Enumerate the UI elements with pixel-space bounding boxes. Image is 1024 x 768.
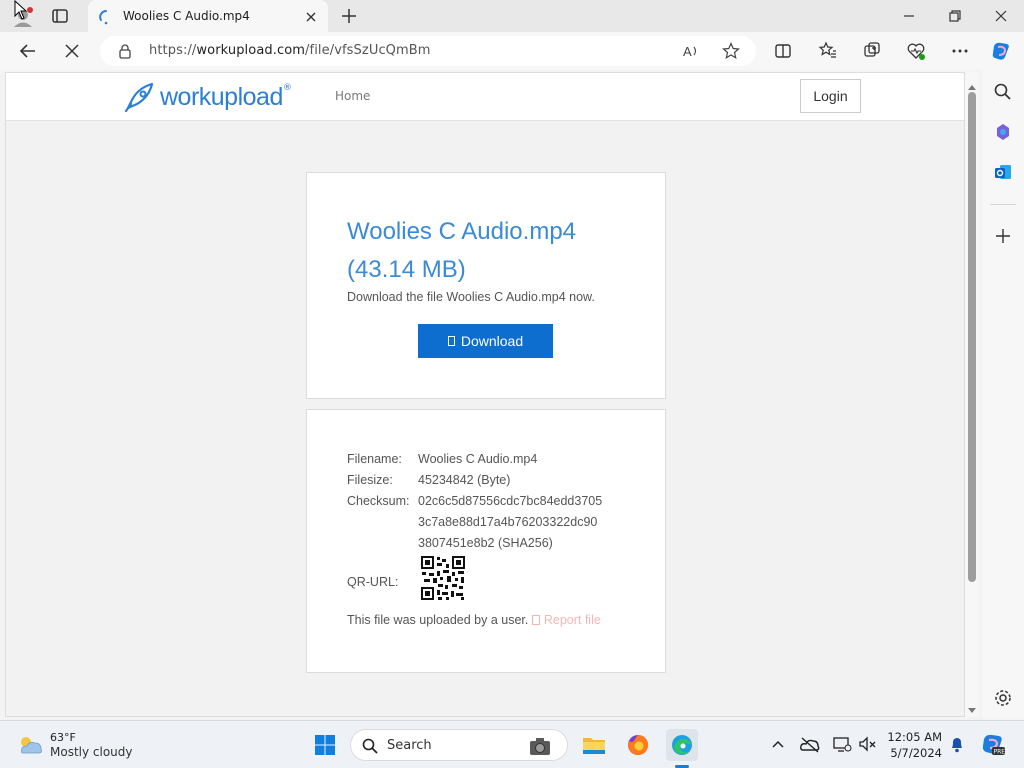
tab-actions-icon[interactable] — [50, 7, 70, 25]
filesize-value: 45234842 (Byte) — [418, 473, 511, 487]
checksum-line-2: 3c7a8e88d17a4b76203322dc90 — [418, 515, 598, 529]
system-clock[interactable]: 12:05 AM 5/7/2024 — [880, 729, 942, 761]
workupload-logo[interactable]: workupload ® — [124, 79, 292, 115]
clock-time: 12:05 AM — [887, 730, 942, 744]
checksum-label: Checksum: — [347, 494, 410, 508]
qr-code-icon[interactable] — [421, 556, 465, 600]
uploaded-by-text: This file was uploaded by a user. Report… — [347, 613, 601, 627]
sidebar-search-icon[interactable] — [991, 80, 1015, 104]
site-header: workupload ® Home Login — [6, 73, 964, 121]
windows-taskbar: 63°F Mostly cloudy Search 12:05 AM 5/7/2… — [0, 720, 1024, 768]
checksum-line-1: 02c6c5d87556cdc7bc84edd3705 — [418, 494, 603, 508]
more-options-icon[interactable] — [949, 40, 971, 62]
start-windows-icon[interactable] — [309, 729, 341, 761]
show-hidden-icons-chevron-icon[interactable] — [767, 733, 789, 755]
cloudy-weather-icon — [16, 733, 44, 757]
uploaded-by-label: This file was uploaded by a user. — [347, 613, 529, 627]
flag-icon — [531, 615, 540, 625]
read-aloud-icon[interactable]: A — [682, 43, 700, 59]
clock-date: 5/7/2024 — [890, 746, 942, 760]
filesize-label: Filesize: — [347, 473, 393, 487]
copilot-preview-taskbar-icon[interactable]: PRE — [980, 731, 1006, 757]
taskbar-search-label: Search — [387, 738, 432, 753]
firefox-icon[interactable] — [622, 729, 654, 761]
download-card: Woolies C Audio.mp4 (43.14 MB) Download … — [306, 172, 666, 399]
sidebar-divider — [990, 204, 1016, 205]
nav-home-link[interactable]: Home — [335, 89, 370, 103]
filename-value: Woolies C Audio.mp4 — [418, 452, 538, 466]
stop-loading-icon[interactable] — [61, 40, 83, 62]
taskbar-search-box[interactable]: Search — [350, 729, 568, 761]
notifications-bell-icon[interactable] — [946, 733, 968, 755]
weather-condition: Mostly cloudy — [50, 745, 133, 759]
url-prefix: https:// — [149, 43, 197, 58]
login-button[interactable]: Login — [800, 79, 861, 113]
download-file-icon — [447, 336, 455, 346]
logo-text: workupload — [160, 82, 283, 111]
split-screen-icon[interactable] — [772, 40, 794, 62]
page-scrollbar[interactable] — [965, 72, 979, 717]
outlook-icon[interactable] — [991, 160, 1015, 184]
navigation-bar: https://workupload.com/file/vfsSzUcQmBm … — [0, 32, 1024, 70]
page-viewport: workupload ® Home Login Woolies C Audio.m… — [5, 72, 965, 717]
close-window-icon[interactable] — [991, 6, 1011, 26]
browser-essentials-icon[interactable] — [905, 40, 927, 62]
tab-strip: Woolies C Audio.mp4 — [0, 0, 1024, 34]
report-file-link[interactable]: Report file — [531, 613, 601, 627]
svg-text:A: A — [683, 44, 692, 59]
volume-muted-icon[interactable] — [857, 733, 879, 755]
tab-close-icon[interactable] — [304, 9, 318, 23]
scroll-down-arrow-icon[interactable] — [967, 700, 977, 713]
svg-text:PRE: PRE — [994, 749, 1006, 756]
url-text[interactable]: https://workupload.com/file/vfsSzUcQmBm — [149, 43, 431, 58]
weather-widget[interactable]: 63°F Mostly cloudy — [16, 729, 133, 761]
file-info-card: Filename: Woolies C Audio.mp4 Filesize: … — [306, 409, 666, 673]
search-highlight-camera-icon — [527, 734, 553, 758]
url-host: workupload.com — [196, 43, 306, 58]
favorites-icon[interactable] — [817, 40, 839, 62]
edge-sidebar — [982, 70, 1024, 718]
new-tab-icon[interactable] — [340, 7, 358, 25]
back-icon[interactable] — [17, 40, 39, 62]
loading-favicon-icon — [98, 9, 114, 25]
onedrive-offline-icon[interactable] — [799, 733, 821, 755]
weather-temperature: 63°F — [50, 731, 76, 744]
file-description: Download the file Woolies C Audio.mp4 no… — [347, 290, 595, 304]
favorite-star-icon[interactable] — [722, 42, 740, 60]
tab-title: Woolies C Audio.mp4 — [123, 9, 250, 23]
add-sidebar-app-icon[interactable] — [991, 224, 1015, 248]
minimize-icon[interactable] — [899, 6, 919, 26]
logo-registered-mark: ® — [282, 83, 292, 93]
filename-label: Filename: — [347, 452, 402, 466]
sidebar-copilot-icon[interactable] — [991, 120, 1015, 144]
mouse-cursor-icon — [14, 0, 28, 20]
download-label: Download — [460, 333, 524, 349]
collections-icon[interactable] — [861, 40, 883, 62]
network-icon[interactable] — [831, 733, 853, 755]
sidebar-settings-icon[interactable] — [991, 686, 1015, 710]
address-bar[interactable]: https://workupload.com/file/vfsSzUcQmBm … — [100, 36, 756, 66]
copilot-icon[interactable] — [990, 40, 1012, 62]
report-file-label: Report file — [543, 613, 601, 627]
lock-icon[interactable] — [118, 43, 132, 59]
restore-icon[interactable] — [945, 6, 965, 26]
scroll-up-arrow-icon[interactable] — [967, 76, 977, 90]
scrollbar-thumb[interactable] — [968, 92, 976, 582]
rocket-logo-icon — [124, 82, 156, 113]
checksum-line-3: 3807451e8b2 (SHA256) — [418, 536, 553, 550]
taskbar-search-icon — [361, 737, 379, 755]
url-path: /file/vfsSzUcQmBm — [305, 43, 431, 58]
qr-label: QR-URL: — [347, 575, 399, 589]
file-explorer-icon[interactable] — [578, 729, 610, 761]
download-button[interactable]: Download — [418, 324, 553, 358]
tab-active[interactable]: Woolies C Audio.mp4 — [88, 0, 328, 34]
file-title: Woolies C Audio.mp4 (43.14 MB) — [347, 218, 577, 283]
edge-browser-icon[interactable] — [666, 729, 698, 761]
